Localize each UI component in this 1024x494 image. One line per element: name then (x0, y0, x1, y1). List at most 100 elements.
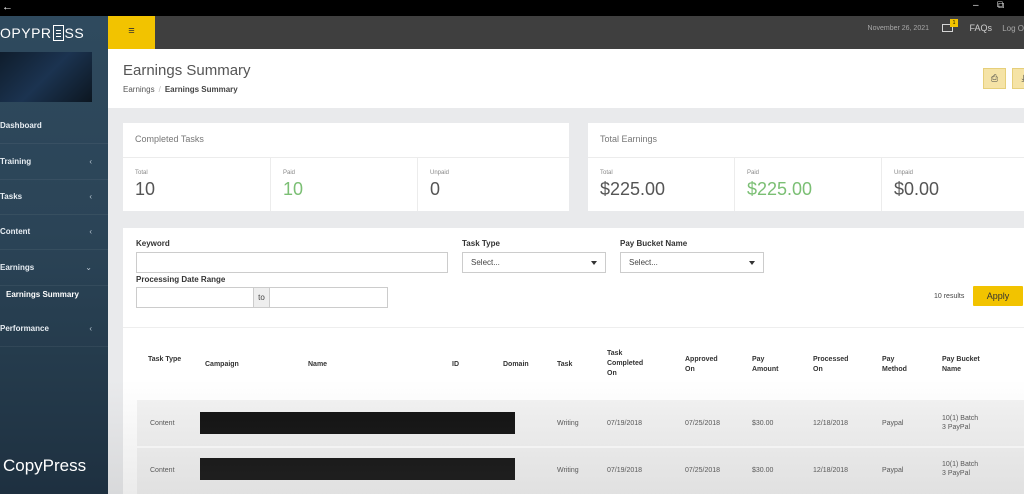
export-button[interactable]: ⤓ (1012, 68, 1024, 89)
brand-watermark: CopyPress (3, 456, 87, 475)
caret-down-icon (591, 261, 597, 265)
col-pay-method[interactable]: Pay Method (882, 355, 917, 375)
date-from-input[interactable] (136, 287, 254, 308)
stat-label: Total (135, 170, 148, 176)
col-id[interactable]: ID (452, 360, 459, 370)
cell-pay-bucket: 10(1) Batch 3 PayPal (942, 461, 979, 477)
col-approved-on[interactable]: Approved On (685, 355, 725, 375)
stat-unpaid: Unpaid $0.00 (882, 158, 1024, 211)
sidebar-item-label: Dashboard (0, 121, 42, 130)
stat-total: Total 10 (123, 158, 271, 211)
stat-label: Unpaid (430, 170, 450, 176)
col-pay-bucket-name[interactable]: Pay Bucket Name (942, 355, 992, 375)
breadcrumb-earnings[interactable]: Earnings (123, 85, 155, 94)
stat-value: $225.00 (747, 179, 813, 199)
pay-bucket-select[interactable]: Select... (620, 252, 764, 273)
date-range-separator: to (253, 287, 270, 308)
stat-value: 10 (283, 179, 304, 199)
col-name[interactable]: Name (308, 360, 327, 370)
window-title-bar: ← – ⧉ (0, 0, 1024, 16)
stat-paid: Paid 10 (271, 158, 418, 211)
col-campaign[interactable]: Campaign (205, 360, 239, 370)
logo-document-icon (52, 25, 64, 41)
sidebar-item-label: Content (0, 227, 31, 236)
col-processed-on[interactable]: Processed On (813, 355, 858, 375)
chevron-left-icon: ‹ (89, 157, 92, 166)
cell-pay-amount: $30.00 (752, 420, 774, 427)
profile-banner (0, 52, 92, 102)
stat-unpaid: Unpaid 0 (418, 158, 569, 211)
card-title: Total Earnings (600, 134, 658, 144)
sidebar-item-label: Earnings (0, 263, 35, 272)
cell-pay-method: Paypal (882, 420, 904, 427)
cell-pay-amount: $30.00 (752, 467, 774, 474)
stat-label: Unpaid (894, 170, 914, 176)
cell-processed-on: 12/18/2018 (813, 467, 849, 474)
sidebar-item-training[interactable]: Training ‹ (0, 144, 108, 180)
select-value: Select... (471, 258, 500, 267)
logo-text-right: SS (64, 25, 85, 41)
col-pay-amount[interactable]: Pay Amount (752, 355, 787, 375)
back-arrow-icon[interactable]: ← (2, 0, 13, 14)
sidebar-item-performance[interactable]: Performance ‹ (0, 311, 108, 347)
stat-total: Total $225.00 (588, 158, 735, 211)
total-earnings-card: Total Earnings Total $225.00 Paid $225.0… (588, 123, 1024, 211)
sidebar-item-earnings[interactable]: Earnings ⌄ (0, 250, 108, 286)
cell-task: Writing (557, 420, 579, 427)
caret-down-icon (749, 261, 755, 265)
col-task-type[interactable]: Task Type (148, 355, 188, 365)
sidebar-item-dashboard[interactable]: Dashboard (0, 108, 108, 144)
breadcrumb-separator: / (158, 85, 161, 94)
task-type-select[interactable]: Select... (462, 252, 606, 273)
mail-icon[interactable]: 1 (942, 19, 958, 32)
sidebar-item-label: Training (0, 157, 32, 166)
stat-value: $0.00 (894, 179, 940, 199)
keyword-label: Keyword (136, 239, 170, 248)
brand-logo[interactable]: OPYPR SS (0, 22, 108, 44)
breadcrumb-current: Earnings Summary (164, 85, 238, 94)
date-to-input[interactable] (269, 287, 388, 308)
logout-link[interactable]: Log O (1002, 16, 1024, 41)
page-title: Earnings Summary (123, 62, 251, 79)
faqs-link[interactable]: FAQs (969, 16, 992, 41)
breadcrumb: Earnings / Earnings Summary (123, 85, 238, 94)
col-domain[interactable]: Domain (503, 360, 529, 370)
col-task[interactable]: Task (557, 360, 572, 370)
chevron-left-icon: ‹ (89, 192, 92, 201)
cell-task-type: Content (150, 467, 175, 474)
chevron-left-icon: ‹ (89, 324, 92, 333)
date-range-label: Processing Date Range (136, 275, 226, 284)
col-task-completed-on[interactable]: Task Completed On (607, 349, 652, 379)
restore-icon[interactable]: ⧉ (997, 0, 1004, 12)
sidebar-item-tasks[interactable]: Tasks ‹ (0, 179, 108, 215)
sidebar: OPYPR SS Dashboard Training ‹ Tasks ‹ Con… (0, 16, 108, 494)
stat-paid: Paid $225.00 (735, 158, 882, 211)
chevron-left-icon: ‹ (89, 227, 92, 236)
sidebar-item-label: Tasks (0, 192, 23, 201)
cell-completed-on: 07/19/2018 (607, 420, 643, 427)
chevron-down-icon: ⌄ (85, 263, 92, 272)
cell-task-type: Content (150, 420, 175, 427)
card-title: Completed Tasks (135, 134, 204, 144)
redacted-block (200, 412, 515, 434)
print-button[interactable]: ⎙ (983, 68, 1006, 89)
sidebar-subitem-earnings-summary[interactable]: Earnings Summary (0, 284, 108, 306)
sidebar-item-label: Performance (0, 324, 49, 333)
cell-pay-bucket: 10(1) Batch 3 PayPal (942, 415, 979, 431)
stat-label: Total (600, 170, 613, 176)
results-count: 10 results (934, 293, 965, 300)
completed-tasks-card: Completed Tasks Total 10 Paid 10 Unpaid … (123, 123, 569, 211)
menu-toggle-button[interactable]: ≡ (108, 16, 155, 49)
keyword-input[interactable] (136, 252, 448, 273)
cell-processed-on: 12/18/2018 (813, 420, 849, 427)
apply-button[interactable]: Apply (973, 286, 1023, 306)
cell-approved-on: 07/25/2018 (685, 420, 721, 427)
cell-completed-on: 07/19/2018 (607, 467, 643, 474)
sidebar-item-content[interactable]: Content ‹ (0, 214, 108, 250)
minimize-icon[interactable]: – (973, 0, 979, 12)
cell-task: Writing (557, 467, 579, 474)
divider (123, 327, 1024, 328)
redacted-block (200, 458, 515, 480)
task-type-label: Task Type (462, 239, 500, 248)
top-bar: ≡ November 26, 2021 1 FAQs Log O (108, 16, 1024, 49)
